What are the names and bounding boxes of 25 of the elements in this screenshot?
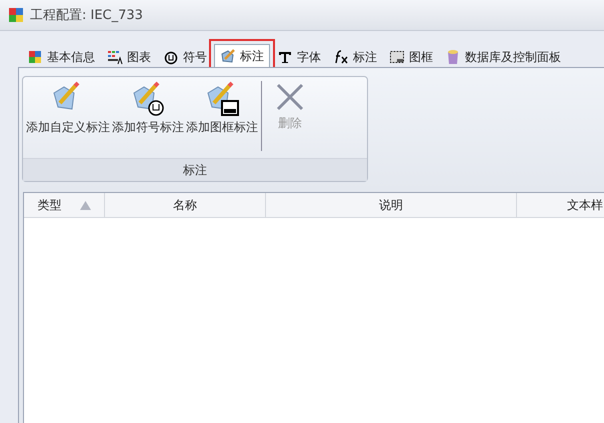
ribbon-button[interactable]: 添加自定义标注 (25, 81, 111, 136)
tab[interactable]: 字体 (272, 47, 326, 67)
column-header[interactable]: 类型 (24, 193, 105, 217)
tab[interactable]: 图框 (384, 47, 438, 67)
sort-arrow-icon (80, 200, 90, 210)
column-header[interactable]: 文本样 (517, 193, 604, 217)
group-label: 标注 (23, 158, 367, 181)
tab[interactable]: 符号 (158, 47, 212, 67)
font-icon (277, 49, 293, 65)
tab[interactable]: 数据库及控制面板 (440, 47, 566, 67)
close-icon (274, 81, 306, 113)
frame-icon (389, 49, 405, 65)
cup-icon (445, 49, 461, 65)
window-title: 工程配置: IEC_733 (30, 7, 143, 24)
ribbon-button[interactable]: 添加符号标注 (111, 81, 185, 136)
tab[interactable]: 基本信息 (22, 47, 100, 67)
column-header[interactable]: 说明 (266, 193, 517, 217)
column-header[interactable]: 名称 (105, 193, 266, 217)
fx-icon (333, 49, 349, 65)
chart-icon (107, 49, 123, 65)
tab[interactable]: 图表 (102, 47, 156, 67)
ribbon-button[interactable]: 添加图框标注 (185, 81, 259, 136)
tab[interactable]: 标注 (328, 47, 382, 67)
clock-icon (163, 49, 179, 65)
pencil-icon (220, 48, 236, 64)
